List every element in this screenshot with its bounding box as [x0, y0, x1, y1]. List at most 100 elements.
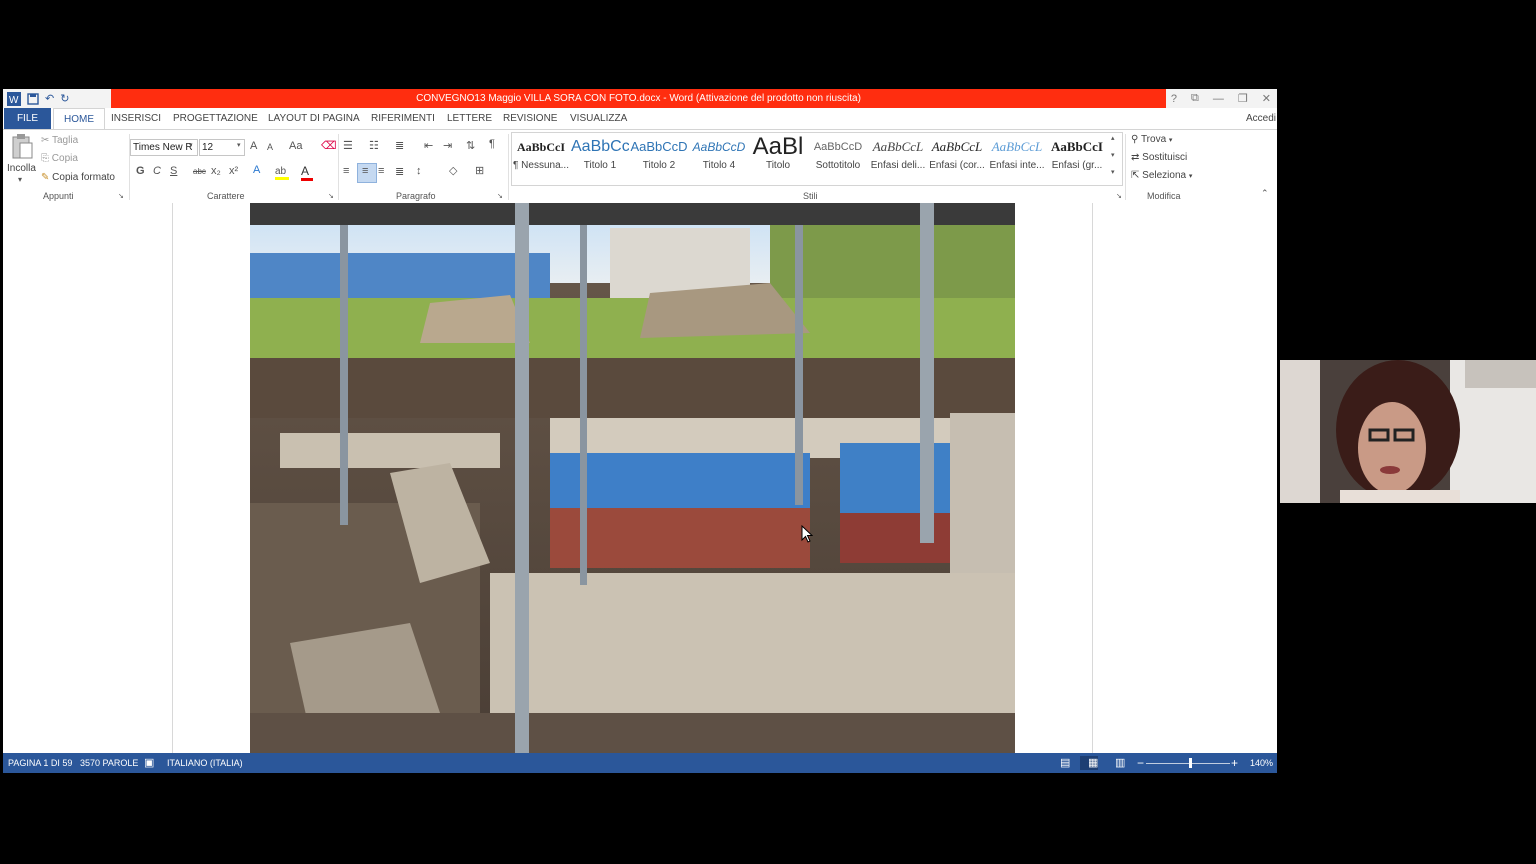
zoom-slider-thumb[interactable]	[1189, 758, 1192, 768]
web-layout-icon[interactable]: ▥	[1115, 753, 1125, 773]
align-center-button[interactable]: ≡	[357, 163, 377, 183]
cut-button[interactable]: ✂ Taglia	[41, 135, 78, 146]
style-no-spacing[interactable]: AaBbCcI ¶ Nessuna...	[512, 134, 570, 176]
justify-icon[interactable]: ≣	[395, 165, 404, 178]
clipboard-launcher-icon[interactable]: ↘	[118, 192, 124, 200]
status-bar: PAGINA 1 DI 59 3570 PAROLE ▣ ITALIANO (I…	[3, 753, 1277, 773]
align-left-icon[interactable]: ≡	[343, 165, 349, 177]
text-effects-icon[interactable]: A	[253, 164, 260, 176]
multilevel-list-icon[interactable]: ≣	[395, 139, 404, 152]
bullets-icon[interactable]: ☰	[343, 139, 353, 152]
styles-launcher-icon[interactable]: ↘	[1116, 192, 1122, 200]
italic-button[interactable]: C	[153, 165, 161, 177]
tab-home[interactable]: HOME	[53, 108, 105, 129]
clipboard-group-label: Appunti	[43, 191, 74, 201]
copy-button[interactable]: ⎘ Copia	[41, 153, 78, 164]
sort-icon[interactable]: ⇅	[466, 139, 475, 152]
styles-group-label: Stili	[803, 191, 818, 201]
save-icon[interactable]	[27, 92, 39, 105]
font-name-box[interactable]: Times New R	[130, 139, 198, 156]
find-button[interactable]: ⚲ Trova ▾	[1131, 134, 1172, 145]
page-right-edge	[1092, 203, 1093, 753]
tab-review[interactable]: REVISIONE	[503, 108, 557, 129]
size-dropdown-icon[interactable]: ▾	[237, 141, 241, 149]
page-count[interactable]: PAGINA 1 DI 59	[8, 753, 72, 773]
bold-button[interactable]: G	[136, 165, 145, 177]
word-count[interactable]: 3570 PAROLE	[80, 753, 138, 773]
subscript-button[interactable]: x₂	[211, 165, 221, 177]
proofing-icon[interactable]: ▣	[144, 753, 154, 773]
brush-icon: ✎	[41, 172, 50, 183]
shrink-font-icon[interactable]: A	[267, 142, 273, 152]
styles-more-icon[interactable]: ▾	[1111, 168, 1115, 176]
undo-icon[interactable]: ↶	[45, 92, 54, 105]
show-marks-icon[interactable]: ¶	[489, 138, 495, 150]
increase-indent-icon[interactable]: ⇥	[443, 139, 452, 152]
align-right-icon[interactable]: ≡	[378, 165, 384, 177]
superscript-button[interactable]: x²	[229, 165, 238, 177]
style-heading-4[interactable]: AaBbCcD Titolo 4	[690, 134, 748, 176]
change-case-icon[interactable]: Aa	[289, 140, 302, 152]
style-title[interactable]: AaBl Titolo	[749, 134, 807, 176]
font-launcher-icon[interactable]: ↘	[328, 192, 334, 200]
zoom-in-icon[interactable]: +	[1231, 753, 1238, 773]
tab-file[interactable]: FILE	[4, 108, 51, 129]
paste-icon[interactable]	[11, 134, 33, 160]
help-button[interactable]: ?	[1171, 93, 1177, 105]
tab-mailings[interactable]: LETTERE	[447, 108, 492, 129]
paragraph-launcher-icon[interactable]: ↘	[497, 192, 503, 200]
restore-button[interactable]: ❐	[1238, 92, 1248, 105]
shading-icon[interactable]: ◇	[449, 164, 457, 177]
styles-down-icon[interactable]: ▾	[1111, 151, 1115, 159]
word-window: W ↶ ↻ CONVEGNO13 Maggio VILLA SORA CON F…	[3, 89, 1277, 773]
paste-dropdown-icon[interactable]: ▾	[18, 175, 22, 184]
style-heading-1[interactable]: AaBbCc Titolo 1	[571, 134, 629, 176]
highlight-icon[interactable]: ab	[275, 166, 289, 180]
replace-icon: ⇄	[1131, 152, 1140, 163]
styles-up-icon[interactable]: ▴	[1111, 134, 1115, 142]
strikethrough-button[interactable]: abc	[193, 167, 206, 176]
style-strong[interactable]: AaBbCcI Enfasi (gr...	[1048, 134, 1106, 176]
tab-insert[interactable]: INSERISCI	[111, 108, 161, 129]
tab-design[interactable]: PROGETTAZIONE	[173, 108, 258, 129]
line-spacing-icon[interactable]: ↕	[416, 165, 422, 177]
mouse-pointer-icon	[801, 525, 813, 543]
style-intense-emphasis[interactable]: AaBbCcL Enfasi inte...	[988, 134, 1046, 176]
copy-icon: ⎘	[41, 153, 49, 164]
read-mode-icon[interactable]: ▤	[1060, 753, 1070, 773]
svg-text:W: W	[9, 95, 19, 106]
style-heading-2[interactable]: AaBbCcD Titolo 2	[630, 134, 688, 176]
redo-icon[interactable]: ↻	[60, 92, 69, 105]
zoom-slider-track[interactable]	[1146, 763, 1230, 764]
style-emphasis[interactable]: AaBbCcL Enfasi (cor...	[928, 134, 986, 176]
numbering-icon[interactable]: ☷	[369, 139, 379, 152]
close-button[interactable]: ✕	[1262, 92, 1271, 105]
font-color-icon[interactable]: A	[301, 164, 313, 181]
page-left-edge	[172, 203, 173, 753]
select-button[interactable]: ⇱ Seleziona ▾	[1131, 170, 1192, 181]
tab-layout[interactable]: LAYOUT DI PAGINA	[268, 108, 360, 129]
font-dropdown-icon[interactable]: ▾	[189, 141, 193, 149]
tab-references[interactable]: RIFERIMENTI	[371, 108, 435, 129]
collapse-ribbon-icon[interactable]: ⌃	[1261, 188, 1269, 199]
borders-icon[interactable]: ⊞	[475, 164, 484, 177]
ribbon-home: Incolla ▾ ✂ Taglia ⎘ Copia ✎ Copia forma…	[3, 129, 1277, 204]
tab-view[interactable]: VISUALIZZA	[570, 108, 627, 129]
language[interactable]: ITALIANO (ITALIA)	[167, 753, 243, 773]
style-subtle-emphasis[interactable]: AaBbCcL Enfasi deli...	[869, 134, 927, 176]
clear-format-icon[interactable]: ⌫	[321, 139, 337, 152]
paste-button[interactable]: Incolla	[7, 163, 36, 174]
grow-font-icon[interactable]: A	[250, 140, 257, 152]
underline-button[interactable]: S	[170, 165, 177, 177]
ribbon-display-button[interactable]: ⧉	[1191, 92, 1199, 105]
sign-in-link[interactable]: Accedi	[1246, 108, 1276, 129]
excavation-photo[interactable]	[250, 203, 1015, 753]
format-painter-button[interactable]: ✎ Copia formato	[41, 172, 115, 183]
style-subtitle[interactable]: AaBbCcD Sottotitolo	[809, 134, 867, 176]
zoom-out-icon[interactable]: −	[1137, 753, 1144, 773]
zoom-level[interactable]: 140%	[1250, 753, 1273, 773]
replace-button[interactable]: ⇄ Sostituisci	[1131, 152, 1187, 163]
decrease-indent-icon[interactable]: ⇤	[424, 139, 433, 152]
minimize-button[interactable]: —	[1213, 93, 1224, 105]
select-dropdown-icon: ▾	[1188, 173, 1193, 180]
